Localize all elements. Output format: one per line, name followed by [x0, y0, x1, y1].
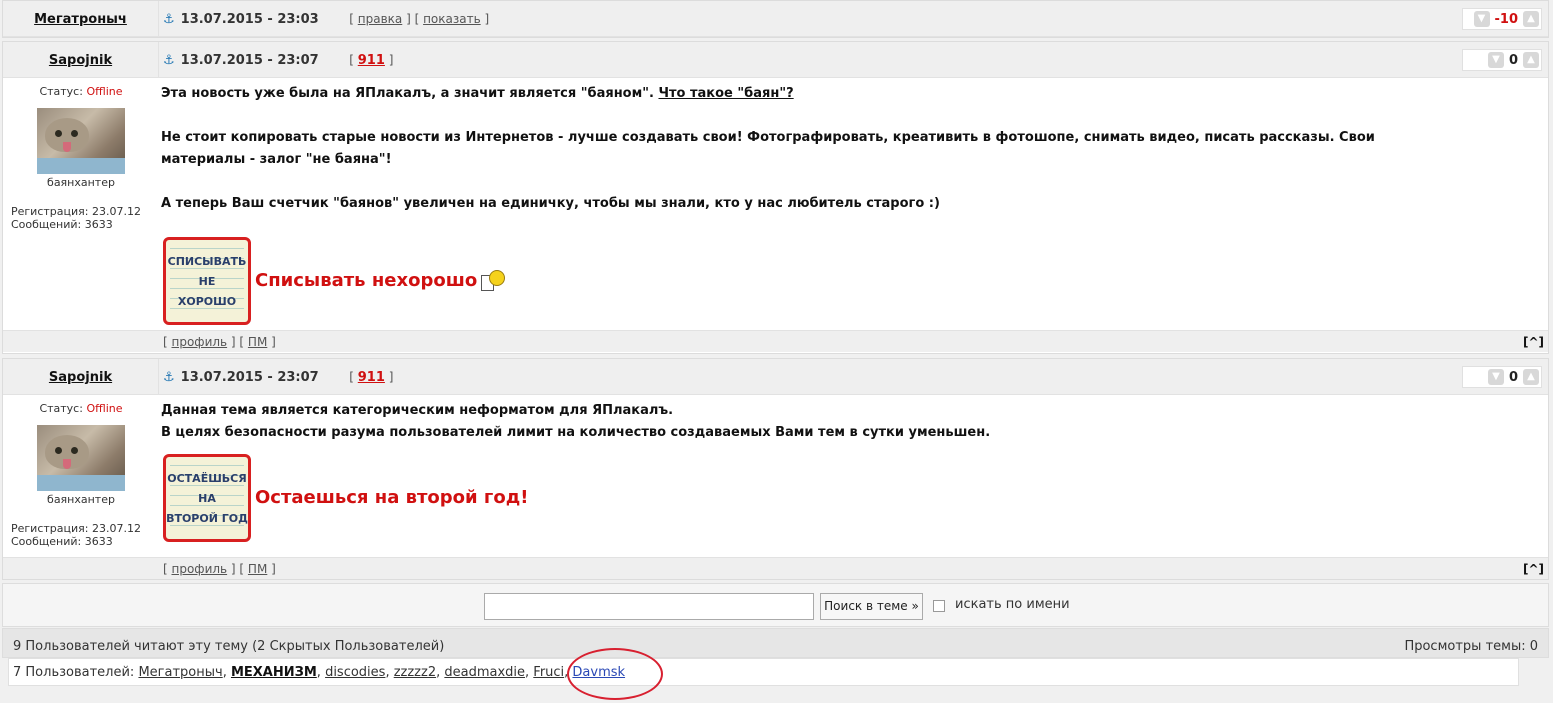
topic-search-input[interactable]: [484, 593, 814, 620]
reader-user-link[interactable]: discodies: [325, 665, 385, 680]
registration-date: Регистрация: 23.07.12: [11, 522, 141, 535]
author-cell: Sapojnik: [3, 42, 159, 78]
post-datetime: 13.07.2015 - 23:03: [180, 12, 319, 27]
author-link[interactable]: Sapojnik: [49, 53, 112, 68]
user-title: баянхантер: [47, 176, 115, 189]
scroll-top-link[interactable]: [^]: [1523, 331, 1544, 353]
user-stats: Регистрация: 23.07.12 Сообщений: 3633: [3, 522, 159, 548]
post-number-link[interactable]: 911: [358, 53, 385, 68]
author-cell: Sapojnik: [3, 359, 159, 395]
post-footer: [ профиль ] [ ПМ ] [^]: [3, 557, 1548, 579]
post-footer: [ профиль ] [ ПМ ] [^]: [3, 330, 1548, 352]
post-number: [ 911 ]: [349, 53, 394, 68]
post-body: Эта новость уже была на ЯПлакалъ, а знач…: [161, 83, 1375, 325]
highlight-circle: [567, 648, 663, 700]
copying-stamp-image: СПИСЫВАТЬ НЕ ХОРОШО: [163, 237, 251, 325]
user-stats: Регистрация: 23.07.12 Сообщений: 3633: [3, 205, 159, 231]
avatar[interactable]: [37, 425, 125, 491]
author-link[interactable]: Sapojnik: [49, 370, 112, 385]
author-sidebar: Статус: Offline баянхантер Регистрация: …: [3, 396, 159, 556]
post-header: Sapojnik ⚓ 13.07.2015 - 23:07 [ 911 ] ▼ 0 ▲: [3, 42, 1548, 78]
anchor-icon[interactable]: ⚓: [163, 12, 175, 27]
users-prefix: 7 Пользователей:: [13, 665, 135, 680]
rating-box: ▼ 0 ▲: [1462, 49, 1542, 71]
body-line: Эта новость уже была на ЯПлакалъ, а знач…: [161, 86, 654, 101]
stamp-caption: Списывать нехорошо: [255, 270, 478, 291]
author-cell: Мегатроныч: [3, 1, 159, 37]
post-meta: ⚓ 13.07.2015 - 23:07 [ 911 ]: [163, 359, 393, 395]
topic-readers-bar: 9 Пользователей читают эту тему (2 Скрыт…: [2, 628, 1549, 658]
post-sapojnik-2: Sapojnik ⚓ 13.07.2015 - 23:07 [ 911 ] ▼ 0 ▲…: [2, 358, 1549, 580]
message-count: Сообщений: 3633: [11, 535, 113, 548]
anchor-icon[interactable]: ⚓: [163, 53, 175, 68]
post-meta: ⚓ 13.07.2015 - 23:03 [ правка ] [ показат…: [163, 1, 489, 37]
rating-value: 0: [1508, 52, 1518, 68]
status: Статус: Offline: [39, 85, 123, 98]
anchor-icon[interactable]: ⚓: [163, 370, 175, 385]
user-title: баянхантер: [47, 493, 115, 506]
profile-link[interactable]: профиль: [172, 562, 228, 576]
second-year-stamp-image: ОСТАЁШЬСЯ НА ВТОРОЙ ГОД: [163, 454, 251, 542]
post-body: Данная тема является категорическим нефо…: [161, 400, 990, 542]
rating-value: 0: [1508, 369, 1518, 385]
body-line: Данная тема является категорическим нефо…: [161, 403, 674, 418]
vote-up-icon[interactable]: ▲: [1523, 369, 1539, 385]
vote-down-icon[interactable]: ▼: [1487, 369, 1504, 385]
post-megatronych: Мегатроныч ⚓ 13.07.2015 - 23:03 [ правка …: [2, 0, 1549, 38]
readers-user-list: 7 Пользователей: Мегатроныч, МЕХАНИЗМ, d…: [8, 658, 1519, 686]
post-sapojnik-1: Sapojnik ⚓ 13.07.2015 - 23:07 [ 911 ] ▼ 0 ▲…: [2, 41, 1549, 354]
post-meta: ⚓ 13.07.2015 - 23:07 [ 911 ]: [163, 42, 393, 78]
author-sidebar: Статус: Offline баянхантер Регистрация: …: [3, 79, 159, 330]
scroll-top-link[interactable]: [^]: [1523, 558, 1544, 580]
body-line: В целях безопасности разума пользователе…: [161, 425, 991, 440]
vote-down-icon[interactable]: ▼: [1487, 52, 1504, 68]
search-in-topic-button[interactable]: Поиск в теме »: [820, 593, 923, 620]
post-number: [ 911 ]: [349, 370, 394, 385]
post-actions: [ правка ] [ показать ]: [349, 12, 490, 26]
show-link[interactable]: показать: [423, 12, 481, 26]
rating-box: ▼ -10 ▲: [1462, 8, 1542, 30]
reader-user-link[interactable]: МЕХАНИЗМ: [231, 665, 317, 680]
vote-up-icon[interactable]: ▲: [1523, 11, 1539, 27]
reader-user-link[interactable]: Мегатроныч: [138, 665, 222, 680]
vote-down-icon[interactable]: ▼: [1473, 11, 1490, 27]
edit-link[interactable]: правка: [358, 12, 403, 26]
rating-value: -10: [1494, 11, 1519, 27]
status: Статус: Offline: [39, 402, 123, 415]
topic-search-bar: Поиск в теме » искать по имени: [2, 583, 1549, 627]
reader-user-link[interactable]: zzzzz2: [394, 665, 436, 680]
body-line: материалы - залог "не баяна"!: [161, 152, 392, 167]
profile-link[interactable]: профиль: [172, 335, 228, 349]
status-badge: Offline: [86, 402, 123, 415]
search-by-name-label: искать по имени: [955, 597, 1070, 612]
avatar[interactable]: [37, 108, 125, 174]
author-link[interactable]: Мегатроныч: [34, 12, 127, 27]
reader-user-link[interactable]: deadmaxdie: [444, 665, 525, 680]
rating-box: ▼ 0 ▲: [1462, 366, 1542, 388]
status-badge: Offline: [86, 85, 123, 98]
what-is-bayan-link[interactable]: Что такое "баян"?: [658, 86, 793, 101]
pm-link[interactable]: ПМ: [248, 335, 267, 349]
body-line: Не стоит копировать старые новости из Ин…: [161, 130, 1375, 145]
vote-up-icon[interactable]: ▲: [1523, 52, 1539, 68]
post-header: Sapojnik ⚓ 13.07.2015 - 23:07 [ 911 ] ▼ 0 ▲: [3, 359, 1548, 395]
reader-user-link[interactable]: Fruci: [533, 665, 564, 680]
body-line: А теперь Ваш счетчик "баянов" увеличен н…: [161, 196, 940, 211]
search-by-name-checkbox[interactable]: [933, 600, 945, 612]
post-footer-links: [ профиль ] [ ПМ ]: [163, 562, 276, 576]
post-footer-links: [ профиль ] [ ПМ ]: [163, 335, 276, 349]
message-count: Сообщений: 3633: [11, 218, 113, 231]
post-number-link[interactable]: 911: [358, 370, 385, 385]
registration-date: Регистрация: 23.07.12: [11, 205, 141, 218]
reading-smiley-icon: [481, 270, 506, 292]
post-header: Мегатроныч ⚓ 13.07.2015 - 23:03 [ правка …: [3, 1, 1548, 37]
post-datetime: 13.07.2015 - 23:07: [180, 370, 319, 385]
post-datetime: 13.07.2015 - 23:07: [180, 53, 319, 68]
stamp-caption: Остаешься на второй год!: [255, 487, 529, 508]
pm-link[interactable]: ПМ: [248, 562, 267, 576]
